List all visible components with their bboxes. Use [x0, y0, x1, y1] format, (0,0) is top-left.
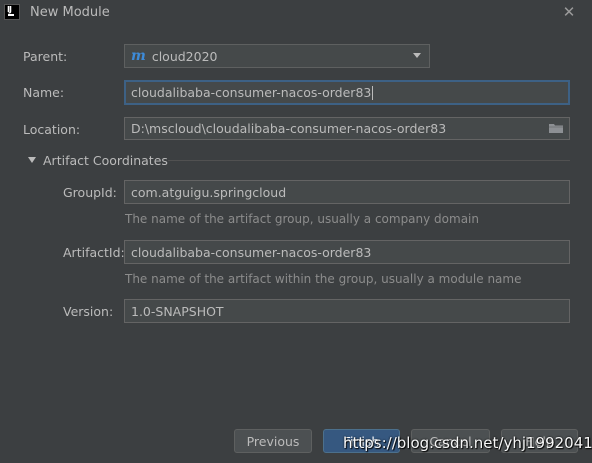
location-input-value: D:\mscloud\cloudalibaba-consumer-nacos-o…	[131, 121, 447, 136]
section-divider	[168, 160, 570, 161]
group-id-input-value: com.atguigu.springcloud	[131, 184, 287, 200]
collapse-toggle-icon[interactable]	[28, 157, 36, 163]
group-id-hint: The name of the artifact group, usually …	[125, 212, 479, 226]
artifact-id-input-value: cloudalibaba-consumer-nacos-order83	[131, 244, 372, 260]
parent-select-value: cloud2020	[151, 48, 218, 64]
version-input-value: 1.0-SNAPSHOT	[131, 303, 224, 319]
text-caret	[372, 85, 374, 100]
name-label: Name:	[23, 85, 65, 100]
version-label: Version:	[63, 304, 114, 319]
previous-button[interactable]: Previous	[234, 429, 312, 453]
name-input-value: cloudalibaba-consumer-nacos-order83	[131, 85, 372, 100]
close-icon[interactable]: ✕	[560, 3, 578, 21]
intellij-app-icon: IJ	[4, 4, 20, 20]
artifact-id-hint: The name of the artifact within the grou…	[125, 272, 522, 286]
parent-label: Parent:	[23, 49, 68, 64]
artifact-id-input[interactable]: cloudalibaba-consumer-nacos-order83	[124, 240, 570, 264]
chevron-down-icon	[413, 53, 421, 58]
parent-select[interactable]: m cloud2020	[124, 44, 430, 68]
artifact-section-title: Artifact Coordinates	[43, 153, 168, 168]
group-id-input[interactable]: com.atguigu.springcloud	[124, 180, 570, 204]
location-label: Location:	[23, 122, 81, 137]
group-id-label: GroupId:	[63, 185, 117, 200]
maven-m-icon: m	[131, 48, 146, 64]
watermark-text: https://blog.csdn.net/yhj19920417	[343, 434, 592, 452]
window-title: New Module	[30, 5, 110, 20]
version-input[interactable]: 1.0-SNAPSHOT	[124, 299, 570, 323]
folder-icon[interactable]	[549, 123, 563, 133]
artifact-id-label: ArtifactId:	[63, 245, 125, 260]
location-input[interactable]: D:\mscloud\cloudalibaba-consumer-nacos-o…	[124, 117, 570, 140]
name-input[interactable]: cloudalibaba-consumer-nacos-order83	[124, 80, 570, 105]
